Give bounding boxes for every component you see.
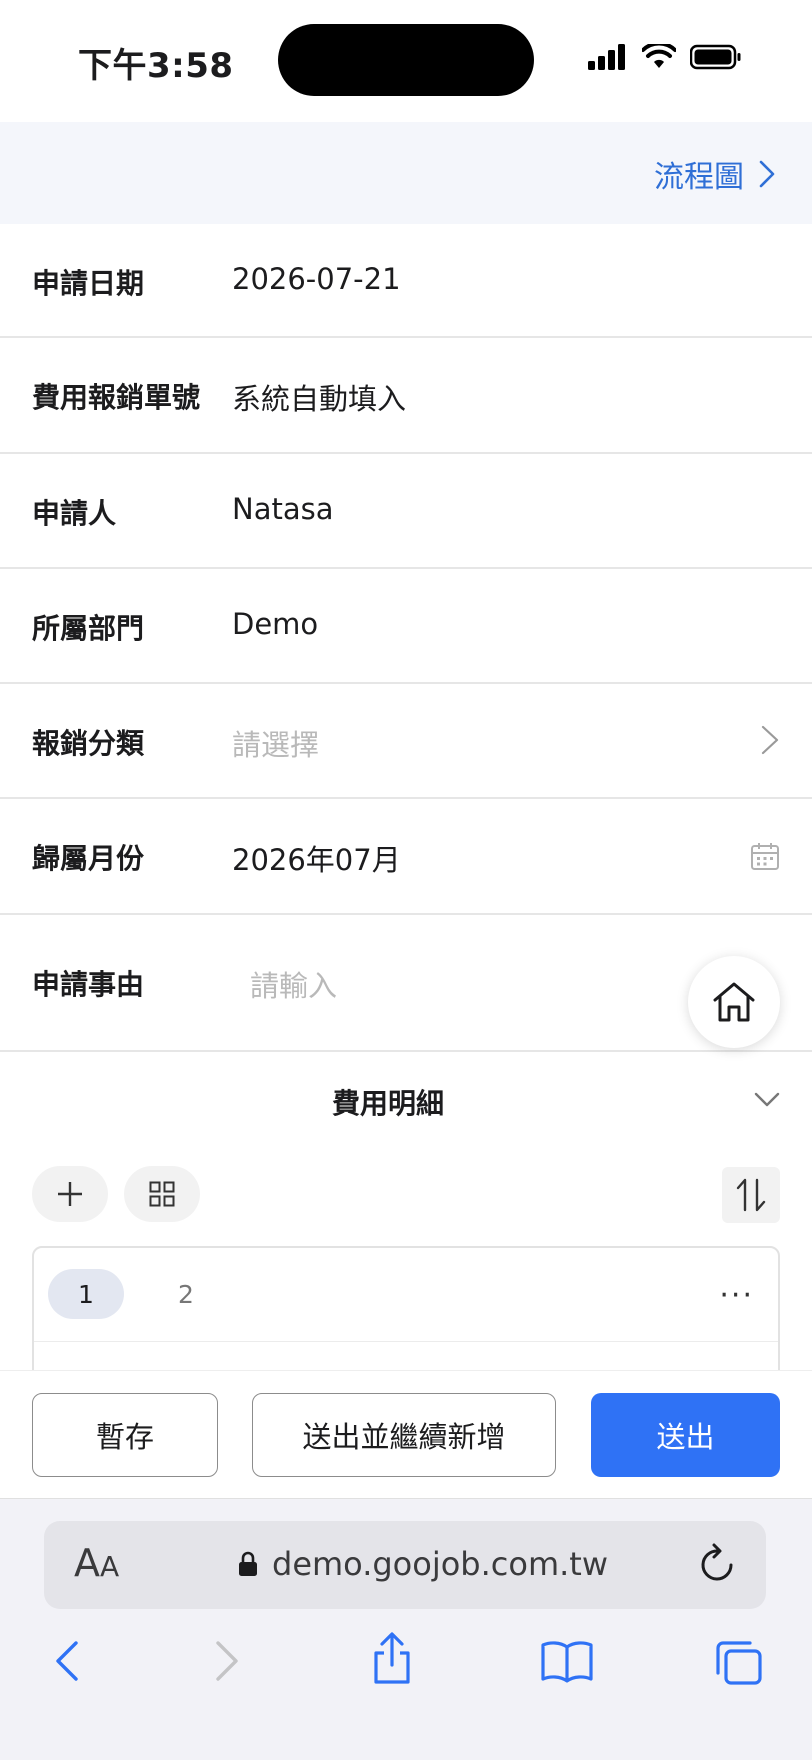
app-page: 下午3:58 流程圖 申請日期 2026-07-21 費用報銷單號 系統自動填入…: [0, 0, 812, 1760]
home-icon: [713, 982, 755, 1022]
form-number-row: 費用報銷單號 系統自動填入: [0, 338, 812, 454]
add-row-button[interactable]: [32, 1166, 108, 1222]
reader-aa-button[interactable]: AA: [74, 1541, 119, 1585]
address-bar[interactable]: AA demo.goojob.com.tw: [44, 1521, 766, 1609]
category-select[interactable]: 請選擇: [232, 722, 319, 764]
browser-toolbar: AA demo.goojob.com.tw: [0, 1498, 812, 1760]
grid-view-button[interactable]: [124, 1166, 200, 1222]
department-row: 所屬部門 Demo: [0, 569, 812, 684]
url-text: demo.goojob.com.tw: [272, 1545, 609, 1583]
month-value[interactable]: 2026年07月: [232, 837, 401, 879]
bookmarks-icon[interactable]: [540, 1639, 594, 1683]
calendar-icon[interactable]: [750, 841, 780, 871]
chevron-right-icon: [761, 725, 779, 755]
detail-page-2[interactable]: 2: [148, 1269, 224, 1319]
detail-page-1[interactable]: 1: [48, 1269, 124, 1319]
apply-date-value: 2026-07-21: [232, 262, 401, 296]
aa-small: A: [100, 1550, 120, 1583]
flow-bar: 流程圖: [0, 122, 812, 224]
category-row[interactable]: 報銷分類 請選擇: [0, 684, 812, 799]
reason-row: 申請事由 請輸入: [0, 915, 812, 1052]
reason-label: 申請事由: [32, 968, 145, 1001]
category-label: 報銷分類: [32, 727, 145, 760]
applicant-row: 申請人 Natasa: [0, 454, 812, 569]
action-bar: 暫存 送出並繼續新增 送出: [0, 1370, 812, 1498]
chevron-right-icon: [759, 160, 775, 188]
form-number-label: 費用報銷單號: [32, 381, 201, 414]
back-icon[interactable]: [52, 1639, 82, 1683]
sort-button[interactable]: [722, 1167, 780, 1223]
submit-button[interactable]: 送出: [591, 1393, 780, 1477]
department-label: 所屬部門: [32, 612, 145, 645]
apply-date-label: 申請日期: [32, 267, 145, 300]
battery-icon: [690, 44, 741, 70]
apply-date-row: 申請日期 2026-07-21: [0, 224, 812, 338]
reload-icon[interactable]: [698, 1541, 738, 1585]
flow-chart-label: 流程圖: [654, 160, 744, 195]
more-button[interactable]: ···: [719, 1278, 754, 1313]
applicant-value: Natasa: [232, 492, 334, 526]
grid-icon: [149, 1181, 175, 1207]
department-value: Demo: [232, 607, 319, 641]
applicant-label: 申請人: [32, 497, 117, 530]
month-row[interactable]: 歸屬月份 2026年07月: [0, 799, 812, 915]
home-button[interactable]: [688, 956, 780, 1048]
status-time: 下午3:58: [78, 46, 234, 86]
details-section-title: 費用明細: [331, 1087, 444, 1120]
reason-input[interactable]: 請輸入: [250, 963, 337, 1005]
save-draft-button[interactable]: 暫存: [32, 1393, 218, 1477]
wifi-icon: [642, 44, 676, 68]
tabs-icon[interactable]: [714, 1639, 764, 1687]
aa-large: A: [74, 1541, 100, 1585]
status-icons: [588, 44, 742, 70]
sort-icon: [736, 1178, 766, 1212]
forward-icon[interactable]: [212, 1639, 242, 1683]
submit-and-continue-button[interactable]: 送出並繼續新增: [252, 1393, 556, 1477]
status-bar: 下午3:58: [0, 0, 812, 122]
flow-chart-link[interactable]: 流程圖: [654, 152, 776, 196]
share-icon[interactable]: [370, 1631, 414, 1685]
url-display[interactable]: demo.goojob.com.tw: [238, 1545, 608, 1583]
dynamic-island: [278, 24, 534, 96]
plus-icon: [58, 1182, 82, 1206]
signal-icon: [588, 44, 625, 70]
lock-icon: [239, 1551, 257, 1576]
detail-card-header: 1 2 ···: [34, 1248, 778, 1342]
chevron-down-icon[interactable]: [754, 1092, 780, 1108]
month-label: 歸屬月份: [32, 842, 145, 875]
form-number-value: 系統自動填入: [232, 382, 407, 416]
